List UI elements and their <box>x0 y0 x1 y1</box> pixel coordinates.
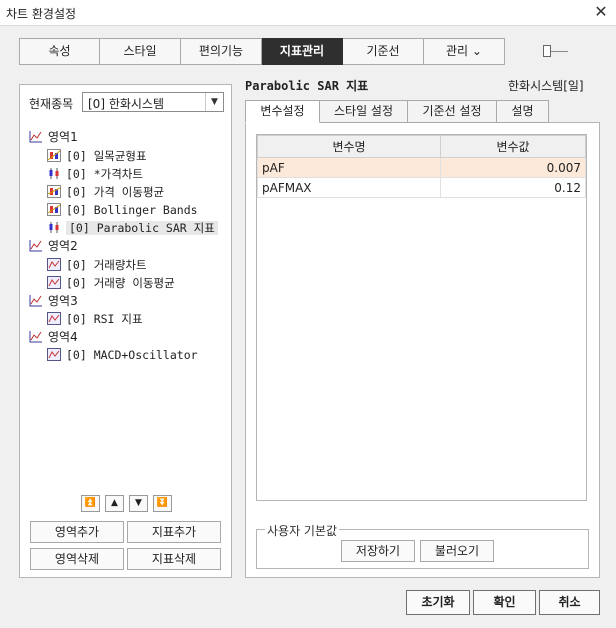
tree-label: [0] 거래량 이동평균 <box>66 276 175 290</box>
tree-area-4[interactable]: 영역4 <box>29 329 78 346</box>
tree-label: [0] *가격차트 <box>66 167 143 181</box>
candle-indicator-icon <box>47 203 61 216</box>
add-indicator-button[interactable]: 지표추가 <box>127 521 221 543</box>
table-row[interactable]: pAFMAX 0.12 <box>257 177 586 198</box>
tree-item-ichimoku[interactable]: [0] 일목균형표 <box>47 148 147 165</box>
tree-area-1[interactable]: 영역1 <box>29 129 78 146</box>
tree-item-volume-chart[interactable]: [0] 거래량차트 <box>47 257 147 274</box>
candle-indicator-icon <box>47 185 61 198</box>
line-indicator-icon <box>47 276 61 289</box>
indicator-title: Parabolic SAR 지표 <box>245 79 369 93</box>
title-bar: 차트 환경설정 ✕ <box>0 0 616 26</box>
tree-area-3[interactable]: 영역3 <box>29 293 78 310</box>
tab-manage-dropdown[interactable]: 관리 ⌄ <box>424 38 505 65</box>
area-chart-icon <box>29 331 42 343</box>
tab-baseline-settings[interactable]: 기준선 설정 <box>408 100 497 123</box>
stock-name-label: 한화시스템[일] <box>508 79 584 93</box>
table-header-row: 변수명 변수값 <box>257 135 586 158</box>
line-indicator-icon <box>47 348 61 361</box>
ok-button[interactable]: 확인 <box>473 590 536 615</box>
line-indicator-icon <box>47 258 61 271</box>
column-header-value: 변수값 <box>440 135 586 158</box>
variable-name-cell: pAFMAX <box>257 177 441 198</box>
tree-label: [0] Parabolic SAR 지표 <box>66 221 218 235</box>
tree-label: [0] 거래량차트 <box>66 258 147 272</box>
variable-value-cell[interactable]: 0.007 <box>440 157 586 178</box>
candlestick-icon <box>49 168 59 179</box>
tree-label: 영역4 <box>48 330 78 344</box>
table-row[interactable]: pAF 0.007 <box>257 157 586 178</box>
variable-value-cell[interactable]: 0.12 <box>440 177 586 198</box>
tree-item-price-ma[interactable]: [0] 가격 이동평균 <box>47 184 164 201</box>
variable-name-cell: pAF <box>257 157 441 178</box>
load-default-button[interactable]: 불러오기 <box>420 540 494 562</box>
window-title: 차트 환경설정 <box>6 7 77 21</box>
current-stock-value: [0] 한화시스템 <box>88 97 165 111</box>
indicator-tree: 영역1 [0] 일목균형표 [0] *가격차트 [0] 가격 이동평균 [0] … <box>20 120 231 484</box>
area-chart-icon <box>29 295 42 307</box>
tab-description[interactable]: 설명 <box>497 100 549 123</box>
tree-area-2[interactable]: 영역2 <box>29 238 78 255</box>
cancel-button[interactable]: 취소 <box>539 590 600 615</box>
tree-label: [0] MACD+Oscillator <box>66 348 198 362</box>
chevron-down-icon[interactable]: ▼ <box>205 93 223 111</box>
delete-indicator-button[interactable]: 지표삭제 <box>127 548 221 570</box>
move-up-button[interactable]: ▲ <box>105 495 124 512</box>
move-bottom-button[interactable]: ⏬ <box>153 495 172 512</box>
tree-item-price-chart[interactable]: [0] *가격차트 <box>47 166 143 183</box>
tab-indicator-management[interactable]: 지표관리 <box>262 38 343 65</box>
area-chart-icon <box>29 240 42 252</box>
tab-convenience[interactable]: 편의기능 <box>181 38 262 65</box>
tree-label: 영역3 <box>48 294 78 308</box>
tree-label: 영역1 <box>48 130 78 144</box>
tree-item-macd[interactable]: [0] MACD+Oscillator <box>47 347 198 364</box>
save-default-button[interactable]: 저장하기 <box>341 540 415 562</box>
user-default-label: 사용자 기본값 <box>265 522 340 539</box>
add-area-button[interactable]: 영역추가 <box>30 521 124 543</box>
close-icon[interactable]: ✕ <box>592 2 610 21</box>
variable-table: 변수명 변수값 pAF 0.007 pAFMAX 0.12 <box>257 135 586 198</box>
current-stock-label: 현재종목 <box>29 97 74 111</box>
line-indicator-icon <box>47 312 61 325</box>
candle-indicator-icon <box>47 149 61 162</box>
tree-item-rsi[interactable]: [0] RSI 지표 <box>47 311 143 328</box>
indicator-subtabs: 변수설정 스타일 설정 기준선 설정 설명 <box>245 100 549 123</box>
current-stock-select[interactable]: [0] 한화시스템 ▼ <box>82 92 224 112</box>
reset-button[interactable]: 초기화 <box>406 590 470 615</box>
move-down-button[interactable]: ▼ <box>129 495 148 512</box>
tab-baseline[interactable]: 기준선 <box>343 38 424 65</box>
tree-label: [0] 가격 이동평균 <box>66 185 165 199</box>
tree-label: 영역2 <box>48 239 78 253</box>
move-top-button[interactable]: ⏫ <box>81 495 100 512</box>
candlestick-icon <box>49 222 59 233</box>
tree-label: [0] 일목균형표 <box>66 149 147 163</box>
tab-style[interactable]: 스타일 <box>100 38 181 65</box>
column-header-name: 변수명 <box>257 135 441 158</box>
tree-item-parabolic-sar[interactable]: [0] Parabolic SAR 지표 <box>47 220 218 237</box>
main-tabs: 속성 스타일 편의기능 지표관리 기준선 관리 ⌄ <box>19 38 505 65</box>
opacity-slider-track[interactable] <box>548 51 568 52</box>
variable-grid: 변수명 변수값 pAF 0.007 pAFMAX 0.12 <box>256 134 587 501</box>
opacity-slider-thumb[interactable] <box>543 45 551 57</box>
tab-properties[interactable]: 속성 <box>19 38 100 65</box>
area-chart-icon <box>29 131 42 143</box>
tab-style-settings[interactable]: 스타일 설정 <box>320 100 408 123</box>
tree-item-volume-ma[interactable]: [0] 거래량 이동평균 <box>47 275 175 292</box>
tab-variable-settings[interactable]: 변수설정 <box>245 100 320 123</box>
tree-label: [0] RSI 지표 <box>66 312 143 326</box>
tree-label: [0] Bollinger Bands <box>66 203 198 217</box>
delete-area-button[interactable]: 영역삭제 <box>30 548 124 570</box>
tree-item-bollinger[interactable]: [0] Bollinger Bands <box>47 202 198 219</box>
